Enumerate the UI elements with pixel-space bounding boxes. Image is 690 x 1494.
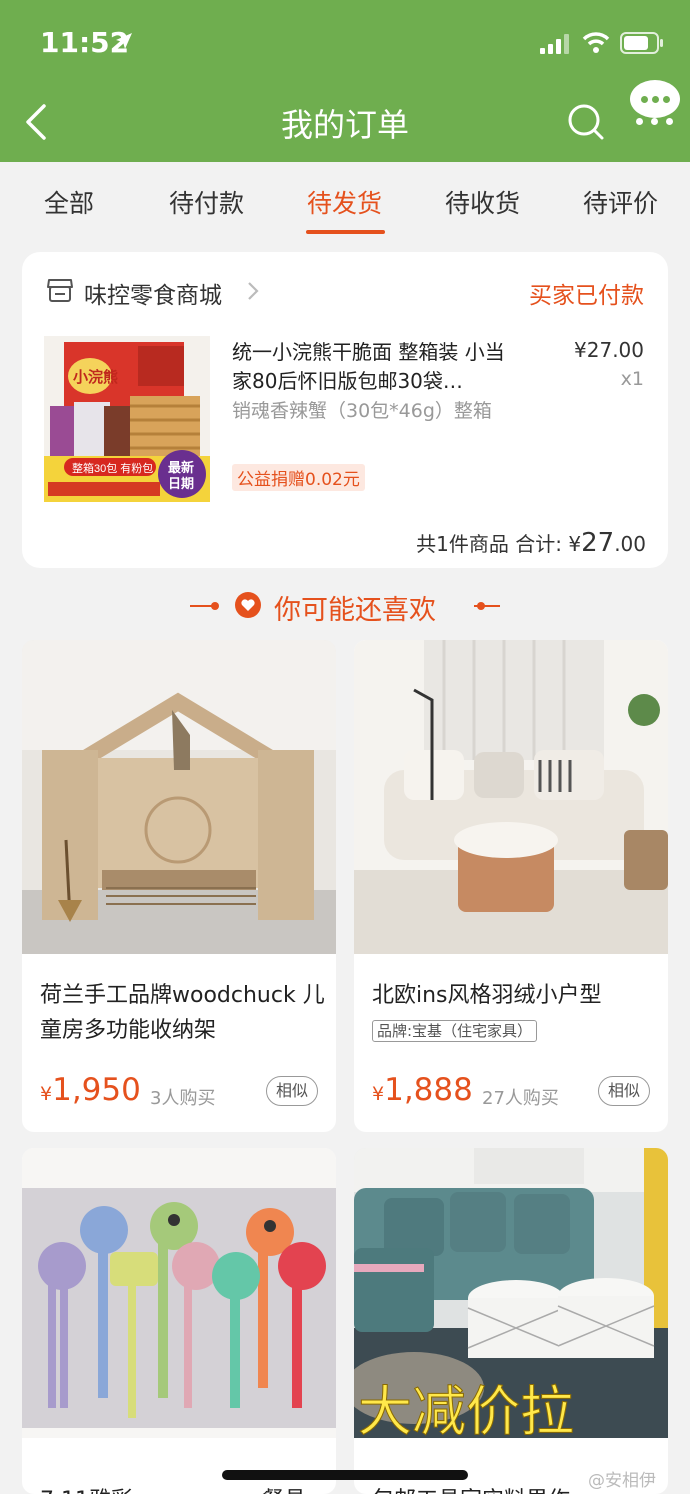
order-card[interactable]: 味控零食商城 买家已付款 小浣熊 整箱30包 有粉包 最新 日期 统一小浣熊干脆… [22,252,668,568]
heart-icon [235,592,261,618]
showroom-sofa-photo: 大减价拉 [354,1148,668,1438]
sale-overlay-text: 大减价拉 [358,1382,574,1438]
product-image[interactable]: 大减价拉 [354,1148,668,1438]
location-arrow-icon [116,33,132,49]
badge-line2: 日期 [168,476,194,491]
search-button[interactable] [566,102,606,142]
order-tabs: 全部 待付款 待发货 待收货 待评价 [0,162,690,238]
chevron-right-icon[interactable] [246,280,260,302]
nordic-sofa-photo [354,640,668,954]
recommend-card-3[interactable]: 7 11雅彩 餐具 [22,1148,336,1494]
price-value: 1,888 [384,1072,473,1108]
sold-count: 3人购买 [150,1088,216,1109]
product-price: ¥27.00 [574,338,644,362]
tab-pending-payment[interactable]: 待付款 [169,184,244,220]
product-image[interactable] [22,640,336,954]
divider-right [474,605,500,607]
watermark: @安相伊 [588,1471,656,1491]
product-image[interactable]: 小浣熊 整箱30包 有粉包 最新 日期 [44,336,210,502]
similar-button[interactable]: 相似 [598,1076,650,1106]
price-currency: ¥ [372,1083,385,1105]
promo-label: 整箱30包 有粉包 [72,461,153,475]
order-total-currency: ¥ [568,532,582,556]
brand-label: 小浣熊 [73,368,118,386]
shop-name[interactable]: 味控零食商城 [84,276,222,310]
product-image[interactable] [22,1148,336,1438]
product-name-partial[interactable]: 包邮工具家实料果作 [372,1482,570,1494]
recommend-card-4[interactable]: 大减价拉 包邮工具家实料果作 [354,1148,668,1494]
product-name[interactable]: 北欧ins风格羽绒小户型 [372,978,658,1013]
sold-count: 27人购买 [482,1088,559,1109]
recommend-header: 你可能还喜欢 [0,586,690,626]
product-name-partial[interactable]: 7 11雅彩 [40,1482,133,1494]
product-title[interactable]: 统一小浣熊干脆面 整箱装 小当家80后怀旧版包邮30袋… [232,338,518,396]
recommend-card-1[interactable]: 荷兰手工品牌woodchuck 儿童房多功能收纳架 ¥1,950 3人购买 相似 [22,640,336,1132]
more-dots-icon [632,118,678,126]
tab-pending-shipment[interactable]: 待发货 [307,184,382,220]
recommend-title: 你可能还喜欢 [274,595,436,626]
similar-button[interactable]: 相似 [266,1076,318,1106]
tableware-photo [22,1148,336,1438]
price-currency: ¥ [40,1083,53,1105]
badge-line1: 最新 [168,460,194,475]
order-total: 共1件商品 合计: ¥27.00 [416,528,646,558]
product-image[interactable] [354,640,668,954]
order-status: 买家已付款 [529,283,644,309]
product-name-partial-right: 餐具 [262,1482,306,1494]
product-price: ¥1,950 [40,1072,141,1108]
recommend-card-2[interactable]: 北欧ins风格羽绒小户型 品牌:宝基（住宅家具） ¥1,888 27人购买 相似 [354,640,668,1132]
tab-all[interactable]: 全部 [44,184,94,220]
product-price: ¥1,888 [372,1072,473,1108]
charity-tag: 公益捐赠0.02元 [232,464,365,491]
wifi-icon [582,32,610,53]
battery-icon [620,32,663,54]
tab-pending-review[interactable]: 待评价 [583,184,658,220]
order-total-label: 共1件商品 合计: [416,532,562,556]
order-total-decimal: .00 [614,532,646,556]
order-total-amount: 27 [581,528,615,558]
product-name[interactable]: 荷兰手工品牌woodchuck 儿童房多功能收纳架 [40,978,326,1048]
shop-icon [47,279,73,302]
tab-pending-receipt[interactable]: 待收货 [445,184,520,220]
product-photo: 小浣熊 整箱30包 有粉包 最新 日期 [44,336,210,502]
brand-tag: 品牌:宝基（住宅家具） [372,1020,538,1042]
cellular-signal-icon [540,34,569,54]
divider-dot-left [211,602,219,610]
home-indicator [222,1470,468,1480]
chat-bubble-icon [630,80,680,118]
price-value: 1,950 [52,1072,141,1108]
active-tab-indicator [306,230,385,234]
product-quantity: x1 [620,368,644,390]
more-messages-button[interactable] [630,80,680,130]
top-bar: 11:52 我的订单 [0,0,690,162]
product-sku: 销魂香辣蟹（30包*46g）整箱 [232,400,492,422]
woodchuck-house-photo [22,640,336,954]
